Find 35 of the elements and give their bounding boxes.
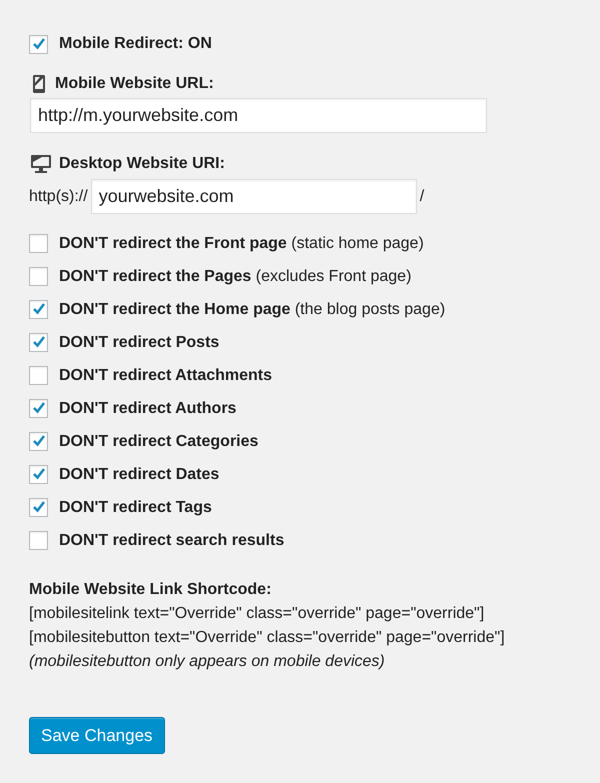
url-prefix: http(s):// (29, 188, 88, 206)
checkbox-label: DON'T redirect the Front page (static home page) (59, 234, 424, 252)
field-label: Desktop Website URI: (59, 155, 225, 173)
checkbox[interactable] (29, 234, 48, 253)
checkbox[interactable] (29, 333, 48, 352)
checkbox-label: DON'T redirect Categories (59, 432, 258, 450)
checkbox[interactable] (29, 465, 48, 484)
checkbox[interactable] (29, 34, 48, 54)
checkbox-label: Mobile Redirect: ON (59, 35, 212, 53)
checkbox-label: DON'T redirect Tags (59, 498, 212, 516)
checkbox-label: DON'T redirect the Home page (the blog posts page) (59, 300, 446, 318)
checkbox-label: DON'T redirect search results (59, 532, 284, 550)
checkbox[interactable] (29, 267, 48, 286)
shortcode-text: [mobilesitelink text="Override" class="override" page="override"] (29, 604, 486, 624)
shortcode-text: [mobilesitebutton text="Override" class="override" page="override"] (29, 628, 506, 648)
note-text: (mobilesitebutton only appears on mobile devices) (29, 652, 386, 672)
input-field[interactable]: yourwebsite.com (90, 179, 417, 214)
checkbox-label: DON'T redirect Authors (59, 400, 236, 418)
save-button[interactable]: Save Changes (29, 717, 165, 754)
checkbox[interactable] (29, 300, 48, 319)
checkbox-label: DON'T redirect Attachments (59, 366, 272, 384)
checkbox[interactable] (29, 498, 48, 517)
checkbox-label: DON'T redirect Posts (59, 334, 220, 352)
checkbox[interactable] (29, 366, 48, 385)
checkbox-label: DON'T redirect the Pages (excludes Front page) (59, 268, 412, 286)
desktop-monitor-icon (31, 155, 51, 173)
url-suffix: / (420, 188, 424, 206)
input-field[interactable]: http://m.yourwebsite.com (30, 98, 487, 133)
checkbox[interactable] (29, 531, 48, 550)
mobile-phone-icon (33, 75, 45, 93)
section-title: Mobile Website Link Shortcode: (29, 580, 272, 600)
checkbox-label: DON'T redirect Dates (59, 466, 220, 484)
checkbox[interactable] (29, 399, 48, 418)
field-label: Mobile Website URL: (55, 75, 214, 93)
checkbox[interactable] (29, 432, 48, 451)
